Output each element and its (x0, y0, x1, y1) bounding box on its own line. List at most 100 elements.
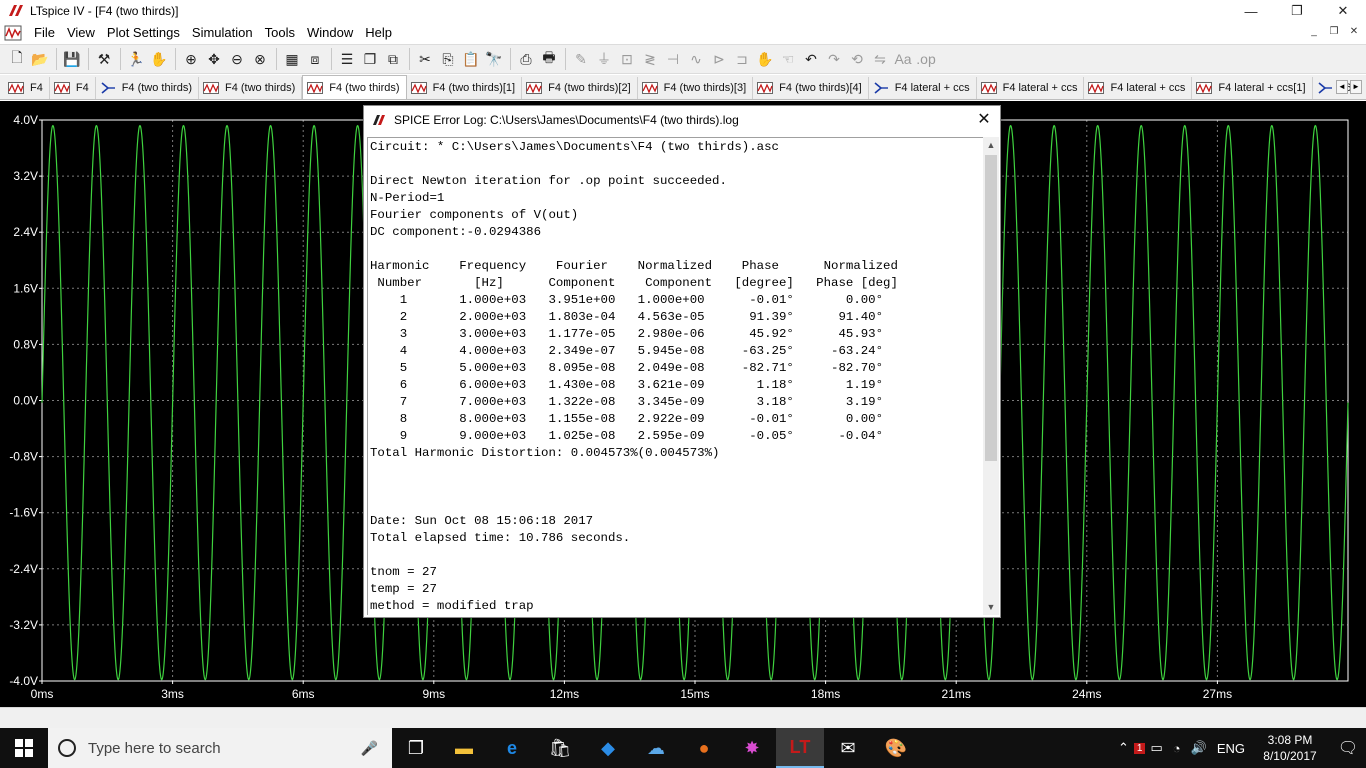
taskbar-search[interactable]: Type here to search 🎤 (48, 728, 392, 768)
paint-icon[interactable]: 🎨 (872, 728, 920, 768)
scroll-down-arrow-icon[interactable]: ▼ (983, 599, 999, 615)
drag-icon[interactable]: ☜ (777, 48, 799, 70)
rotate-icon[interactable]: ⟲ (846, 48, 868, 70)
mdi-minimize-button[interactable]: _ (1306, 25, 1322, 39)
paste-icon[interactable]: 📋 (460, 48, 482, 70)
log-text-area[interactable]: Circuit: * C:\Users\James\Documents\F4 (… (367, 137, 986, 615)
menu-view[interactable]: View (61, 22, 101, 44)
wire-icon[interactable]: ✎ (570, 48, 592, 70)
text-icon[interactable]: Aa (892, 48, 914, 70)
zoom-fit-icon[interactable]: ⊗ (249, 48, 271, 70)
firefox-icon[interactable]: ● (680, 728, 728, 768)
close-button[interactable]: ✕ (1320, 0, 1366, 22)
zoom-in-icon[interactable]: ⊕ (180, 48, 202, 70)
find-icon[interactable]: 🔭 (483, 48, 505, 70)
notification-badge[interactable]: 1 (1133, 742, 1146, 754)
file-explorer-icon[interactable]: ▬ (440, 728, 488, 768)
cascade-icon[interactable]: ❐ (359, 48, 381, 70)
tab-7[interactable]: F4 (two thirds)[3] (638, 77, 754, 99)
log-scrollbar[interactable]: ▲ ▼ (983, 137, 999, 615)
tile-horizontal-icon[interactable]: ☰ (336, 48, 358, 70)
run-icon[interactable]: 🏃 (125, 48, 147, 70)
tab-12[interactable]: F4 lateral + ccs[1] (1192, 77, 1313, 99)
zoom-extents-icon[interactable]: ⧈ (304, 48, 326, 70)
task-view-icon[interactable]: ❐ (392, 728, 440, 768)
mirror-icon[interactable]: ⇋ (869, 48, 891, 70)
language-indicator[interactable]: ENG (1212, 741, 1250, 756)
action-center-icon[interactable]: 🗨 (1330, 738, 1366, 758)
tab-5[interactable]: F4 (two thirds)[1] (407, 77, 523, 99)
component-icon[interactable]: ⊐ (731, 48, 753, 70)
store-icon[interactable]: 🛍 (536, 728, 584, 768)
menu-window[interactable]: Window (301, 22, 359, 44)
log-text[interactable]: Circuit: * C:\Users\James\Documents\F4 (… (368, 138, 986, 615)
menu-file[interactable]: File (28, 22, 61, 44)
battery-icon[interactable]: ▭ (1145, 740, 1167, 756)
app-icon[interactable]: ✸ (728, 728, 776, 768)
tile-vertical-icon[interactable]: ⧉ (382, 48, 404, 70)
edge-icon[interactable]: e (488, 728, 536, 768)
ltspice-icon[interactable]: LT (776, 728, 824, 768)
diode-icon[interactable]: ⊳ (708, 48, 730, 70)
tab-1[interactable]: F4 (50, 77, 96, 99)
tab-9[interactable]: F4 lateral + ccs (869, 77, 977, 99)
autorange-icon[interactable]: ▦ (281, 48, 303, 70)
menu-tools[interactable]: Tools (259, 22, 301, 44)
scroll-thumb[interactable] (985, 155, 997, 461)
menu-plot-settings[interactable]: Plot Settings (101, 22, 186, 44)
new-schematic-icon[interactable]: 🗋 (6, 48, 28, 70)
tab-8[interactable]: F4 (two thirds)[4] (753, 77, 869, 99)
halt-icon[interactable]: ✋ (148, 48, 170, 70)
menu-simulation[interactable]: Simulation (186, 22, 259, 44)
onedrive-icon[interactable]: ☁ (632, 728, 680, 768)
title-bar[interactable]: LTspice IV - [F4 (two thirds)] — ❐ ✕ (0, 0, 1366, 22)
capacitor-icon[interactable]: ⊣ (662, 48, 684, 70)
copy-icon[interactable]: ⎘ (437, 48, 459, 70)
tab-scroll-left-button[interactable]: ◄ (1336, 80, 1348, 94)
label-net-icon[interactable]: ⊡ (616, 48, 638, 70)
microphone-icon[interactable]: 🎤 (361, 740, 378, 757)
dropbox-icon[interactable]: ◆ (584, 728, 632, 768)
tab-scroll-right-button[interactable]: ► (1350, 80, 1362, 94)
mdi-close-button[interactable]: ✕ (1346, 25, 1362, 39)
ground-icon[interactable]: ⏚ (593, 48, 615, 70)
minimize-button[interactable]: — (1228, 0, 1274, 22)
start-button[interactable] (0, 728, 48, 768)
tab-10[interactable]: F4 lateral + ccs (977, 77, 1085, 99)
open-icon[interactable]: 📂 (29, 48, 51, 70)
tab-11[interactable]: F4 lateral + ccs (1084, 77, 1193, 99)
mail-icon[interactable]: ✉ (824, 728, 872, 768)
tab-3[interactable]: F4 (two thirds) (199, 77, 303, 99)
log-line: 1 1.000e+03 3.951e+00 1.000e+00 -0.01° 0… (370, 293, 884, 307)
wifi-icon[interactable]: ◔ (1168, 741, 1186, 756)
tab-2[interactable]: F4 (two thirds) (96, 77, 199, 99)
dialog-close-button[interactable]: ✕ (974, 110, 994, 130)
volume-icon[interactable]: 🔊 (1186, 740, 1212, 756)
restore-button[interactable]: ❐ (1274, 0, 1320, 22)
save-icon[interactable]: 💾 (61, 48, 83, 70)
tab-4[interactable]: F4 (two thirds) (302, 75, 407, 99)
pan-icon[interactable]: ✥ (203, 48, 225, 70)
scroll-up-arrow-icon[interactable]: ▲ (983, 137, 999, 153)
inductor-icon[interactable]: ∿ (685, 48, 707, 70)
waveform-doc-icon[interactable] (4, 25, 22, 41)
clock[interactable]: 3:08 PM 8/10/2017 (1250, 732, 1330, 764)
control-panel-icon[interactable]: ⚒ (93, 48, 115, 70)
zoom-out-icon[interactable]: ⊖ (226, 48, 248, 70)
mdi-restore-button[interactable]: ❐ (1326, 25, 1342, 39)
spice-directive-icon[interactable]: .op (915, 48, 937, 70)
menu-help[interactable]: Help (359, 22, 398, 44)
move-icon[interactable]: ✋ (754, 48, 776, 70)
tab-0[interactable]: F4 (4, 77, 50, 99)
resistor-icon[interactable]: ≷ (639, 48, 661, 70)
dialog-title-bar[interactable]: SPICE Error Log: C:\Users\James\Document… (364, 106, 1000, 134)
print-setup-icon[interactable]: ⎙ (515, 48, 537, 70)
show-hidden-icons-icon[interactable]: ⌃ (1113, 740, 1134, 756)
tab-6[interactable]: F4 (two thirds)[2] (522, 77, 638, 99)
cut-icon[interactable]: ✂ (414, 48, 436, 70)
print-icon[interactable]: 🖶 (538, 48, 560, 70)
cortana-icon (58, 739, 76, 757)
redo-icon[interactable]: ↷ (823, 48, 845, 70)
undo-icon[interactable]: ↶ (800, 48, 822, 70)
